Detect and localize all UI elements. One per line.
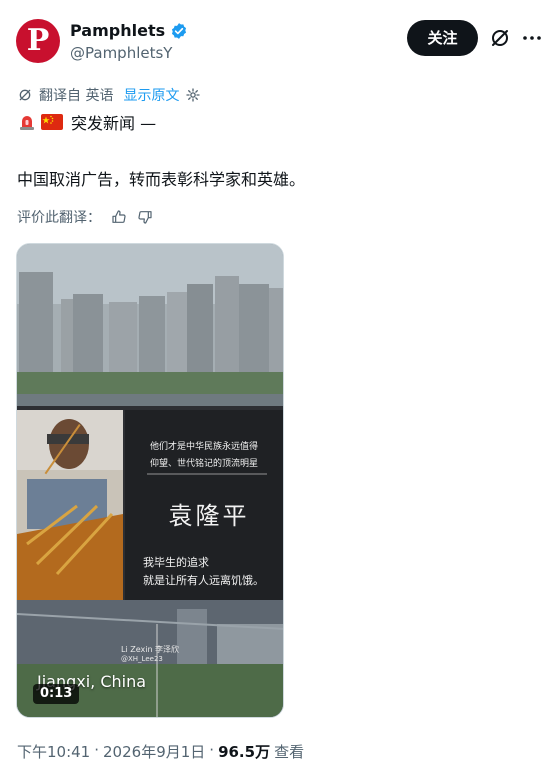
post-header: P Pamphlets @PamphletsY 关注 bbox=[0, 0, 560, 80]
show-original-link[interactable]: 显示原文 bbox=[123, 85, 179, 105]
view-count-label: 查看 bbox=[274, 743, 305, 761]
breaking-news-line: 突发新闻 — bbox=[17, 110, 156, 134]
rate-translation-row: 评价此翻译： bbox=[17, 207, 153, 227]
verified-badge-icon bbox=[172, 22, 187, 39]
gear-icon[interactable] bbox=[185, 87, 201, 103]
post-text: 中国取消广告，转而表彰科学家和英雄。 bbox=[17, 170, 306, 189]
breaking-news-text: 突发新闻 — bbox=[71, 114, 157, 133]
billboard-line1: 他们才是中华民族永远值得 bbox=[149, 442, 258, 452]
video-credit-name: Li Zexin 李泽欣 bbox=[121, 645, 180, 654]
video-duration-badge: 0:13 bbox=[33, 684, 80, 704]
follow-button[interactable]: 关注 bbox=[407, 20, 478, 56]
author-name-row: Pamphlets bbox=[70, 21, 188, 40]
video-credit-handle: @XH_Lee23 bbox=[121, 655, 163, 663]
billboard-quote-line1: 我毕生的追求 bbox=[143, 556, 209, 569]
meta-separator: · bbox=[94, 741, 100, 759]
grok-icon bbox=[19, 89, 31, 101]
view-count: 96.5万 bbox=[218, 743, 271, 761]
author-handle[interactable]: @PamphletsY bbox=[70, 44, 172, 62]
siren-emoji-icon bbox=[20, 116, 34, 130]
billboard-name: 袁隆平 bbox=[168, 502, 250, 530]
post-meta: 下午10:41 · 2026年9月1日 · 96.5万 查看 bbox=[17, 741, 304, 762]
billboard-quote-line2: 就是让所有人远离饥饿。 bbox=[143, 574, 264, 587]
more-options-icon[interactable] bbox=[520, 26, 544, 50]
meta-separator: · bbox=[209, 741, 215, 759]
thumbs-down-icon[interactable] bbox=[137, 209, 153, 225]
video-player[interactable]: 他们才是中华民族永远值得 仰望、世代铭记的顶流明星 袁隆平 我毕生的追求 就是让… bbox=[16, 243, 284, 718]
thumbs-up-icon[interactable] bbox=[111, 209, 127, 225]
billboard-line2: 仰望、世代铭记的顶流明星 bbox=[149, 459, 258, 469]
author-display-name[interactable]: Pamphlets bbox=[70, 21, 165, 40]
post-time[interactable]: 下午10:41 bbox=[17, 741, 90, 762]
post-date[interactable]: 2026年9月1日 bbox=[103, 741, 205, 762]
translated-from-label: 翻译自 英语 bbox=[39, 88, 114, 104]
grok-icon[interactable] bbox=[488, 26, 512, 50]
china-flag-icon bbox=[41, 114, 63, 130]
translation-row: 翻译自 英语 显示原文 bbox=[17, 85, 201, 105]
rate-translation-label: 评价此翻译： bbox=[17, 210, 101, 226]
avatar[interactable]: P bbox=[16, 19, 60, 63]
